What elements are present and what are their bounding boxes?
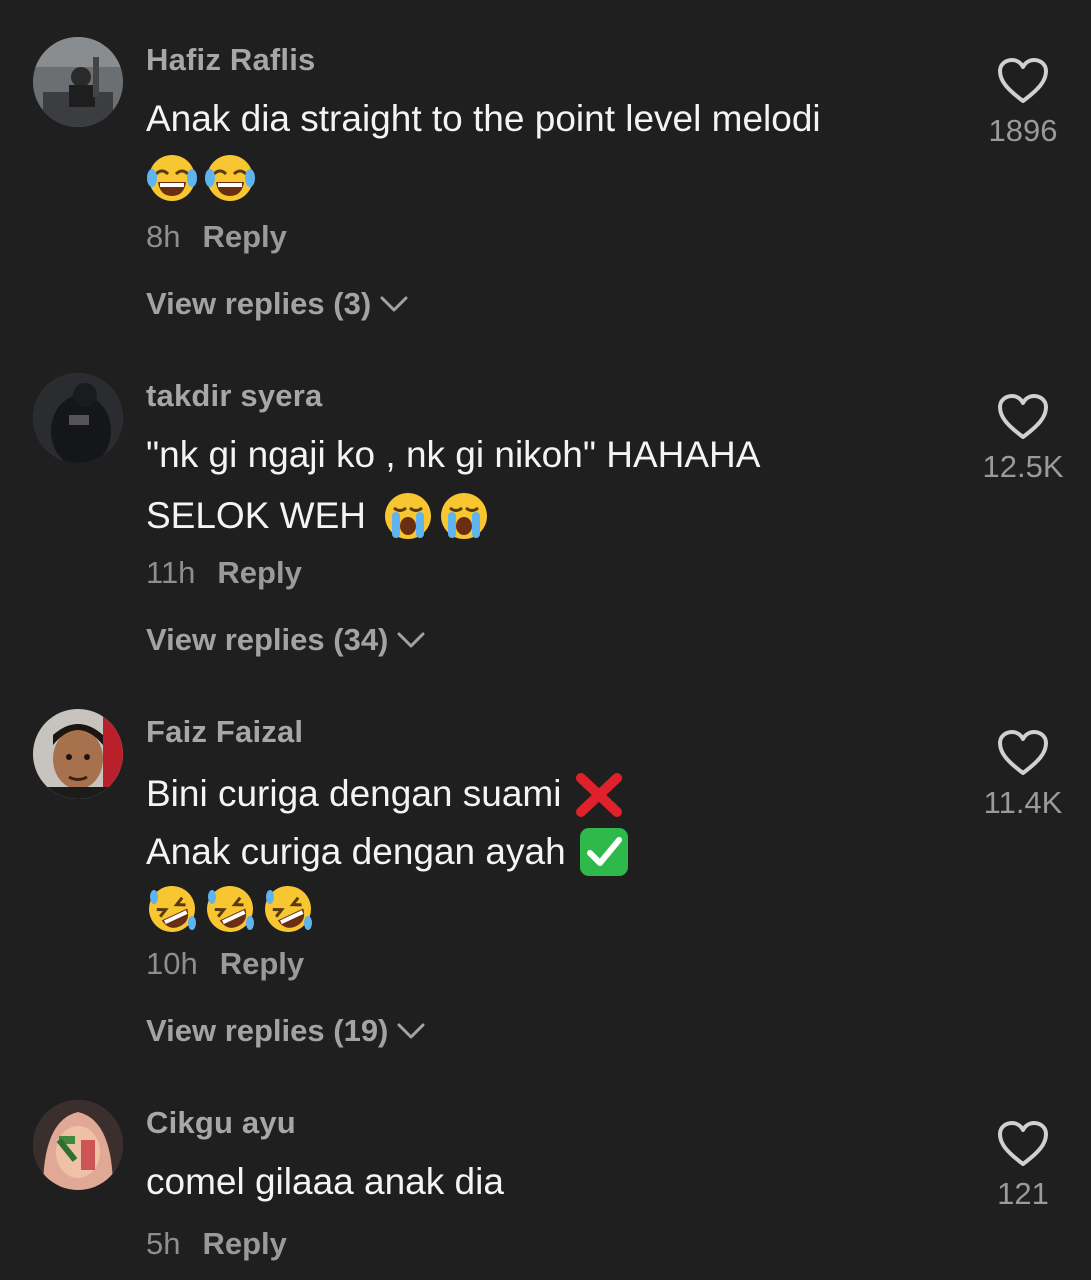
view-replies-label: View replies (19) (146, 1013, 389, 1048)
comment-time: 10h (146, 946, 198, 981)
loudly-crying-emoji (441, 493, 487, 539)
comment-time: 5h (146, 1226, 181, 1261)
avatar[interactable] (33, 1100, 123, 1190)
avatar[interactable] (33, 709, 123, 799)
comment-time: 11h (146, 555, 196, 590)
reply-button[interactable]: Reply (202, 1226, 286, 1261)
comment-text: comel gilaaa anak dia (146, 1161, 504, 1202)
comment-meta: 5h Reply (146, 1226, 287, 1262)
cross-mark-emoji (576, 773, 623, 817)
heart-outline-icon (998, 58, 1048, 103)
comment-text: Anak dia straight to the point level mel… (146, 98, 821, 139)
view-replies-label: View replies (34) (146, 622, 389, 657)
comment-time: 8h (146, 219, 181, 254)
comment-username[interactable]: Hafiz Raflis (146, 42, 316, 78)
like-button[interactable]: 11.4K (968, 729, 1078, 821)
comment-emoji-row (146, 152, 256, 204)
view-replies-button[interactable]: View replies (34) (146, 622, 426, 658)
like-button[interactable]: 12.5K (968, 393, 1078, 485)
chevron-down-icon (397, 1023, 425, 1039)
loudly-crying-emoji (385, 493, 431, 539)
comment-username[interactable]: Cikgu ayu (146, 1105, 296, 1141)
avatar[interactable] (33, 373, 123, 463)
view-replies-label: View replies (3) (146, 286, 372, 321)
reply-button[interactable]: Reply (220, 946, 304, 981)
comment-username[interactable]: takdir syera (146, 378, 322, 414)
comment-meta: 11h Reply (146, 555, 302, 591)
joy-emoji (147, 155, 197, 201)
heart-outline-icon (998, 730, 1048, 775)
comment-text-line: Anak curiga dengan ayah (146, 831, 566, 872)
chevron-down-icon (397, 632, 425, 648)
chevron-down-icon (380, 296, 408, 312)
avatar[interactable] (33, 37, 123, 127)
rofl-emoji (265, 886, 312, 932)
rofl-emoji (207, 886, 254, 932)
reply-button[interactable]: Reply (217, 555, 301, 590)
comment-text: Anak curiga dengan ayah (146, 826, 630, 878)
like-count: 1896 (988, 113, 1058, 148)
like-count: 121 (997, 1176, 1049, 1211)
comment-text-line: SELOK WEH (146, 495, 366, 536)
comment-emoji-row (146, 883, 314, 935)
like-count: 12.5K (982, 449, 1064, 484)
like-button[interactable]: 1896 (968, 57, 1078, 149)
comment-username[interactable]: Faiz Faizal (146, 714, 303, 750)
heart-outline-icon (998, 394, 1048, 439)
view-replies-button[interactable]: View replies (19) (146, 1013, 426, 1049)
comment-text: Bini curiga dengan suami (146, 768, 625, 820)
joy-emoji (205, 155, 255, 201)
comment-meta: 10h Reply (146, 946, 304, 982)
heart-outline-icon (998, 1121, 1048, 1166)
like-count: 11.4K (983, 785, 1063, 820)
reply-button[interactable]: Reply (202, 219, 286, 254)
rofl-emoji (149, 886, 196, 932)
comment-meta: 8h Reply (146, 219, 287, 255)
comment-text-line: Bini curiga dengan suami (146, 773, 562, 814)
like-button[interactable]: 121 (968, 1120, 1078, 1212)
check-mark-button-emoji (579, 828, 628, 876)
comment-text: "nk gi ngaji ko , nk gi nikoh" HAHAHA (146, 434, 761, 475)
comment-text: SELOK WEH (146, 490, 490, 542)
view-replies-button[interactable]: View replies (3) (146, 286, 409, 322)
